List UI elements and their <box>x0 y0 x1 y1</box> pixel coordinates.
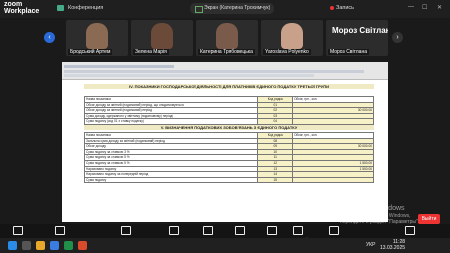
avatar <box>281 23 303 49</box>
participant-name: Бродський Артем <box>68 49 113 55</box>
table-row[interactable]: Сума податку 15 <box>83 176 374 184</box>
avatar <box>151 23 173 49</box>
product-label: Workplace <box>4 8 40 15</box>
conference-title: Конференция <box>68 5 104 11</box>
next-page-button[interactable]: › <box>392 32 403 43</box>
screen-share-label: Экран (Катерина Трохимчук) <box>204 5 271 11</box>
chevron-right-icon: › <box>396 34 399 41</box>
search-icon[interactable] <box>22 241 31 250</box>
chevron-left-icon: ‹ <box>48 34 51 41</box>
clock-date: 13.03.2025 <box>380 245 406 251</box>
excel-title-strip <box>64 65 174 68</box>
heart-icon <box>203 226 213 235</box>
section-title: IV. ПОКАЗНИКИ ГОСПОДАРСЬКОЇ ДІЯЛЬНОСТІ Д… <box>84 84 374 89</box>
taskbar-clock[interactable]: 11:28 13.03.2025 <box>380 239 405 251</box>
excel-tab-strip <box>64 74 314 77</box>
participant-name: Катерина Трябовецька <box>198 49 255 55</box>
participant-big-name: Мороз Світлана <box>332 26 388 35</box>
table-row[interactable]: Сума податку (код 01 x ставку податку) 04 <box>83 118 374 125</box>
participant-name: Мороз Світлана <box>328 49 369 55</box>
row-value[interactable] <box>292 118 374 125</box>
indicators-table: Назва показника Код рядка Обсяг, грн., к… <box>83 96 374 125</box>
excel-menu-strip <box>64 70 364 73</box>
browser-icon[interactable] <box>78 241 87 250</box>
maximize-icon[interactable]: ☐ <box>422 4 427 11</box>
participant-name: Yaroslava Polyenko <box>263 49 311 55</box>
shared-screen: IV. ПОКАЗНИКИ ГОСПОДАРСЬКОЇ ДІЯЛЬНОСТІ Д… <box>62 62 388 222</box>
participant-tile[interactable]: Бродський Артем <box>66 20 128 56</box>
participant-tile[interactable]: Мороз Світлана Мороз Світлана <box>326 20 388 56</box>
language-indicator[interactable]: УКР <box>366 242 375 248</box>
apps-icon <box>329 226 339 235</box>
zoom-taskbar-icon[interactable] <box>50 241 59 250</box>
row-code: 15 <box>257 176 294 184</box>
record-icon <box>330 6 334 10</box>
watermark-line: Активация Windows <box>340 205 405 212</box>
section-title: V. ВИЗНАЧЕННЯ ПОДАТКОВИХ ЗОБОВ'ЯЗАНЬ З Є… <box>84 125 374 130</box>
close-icon[interactable]: ✕ <box>437 4 442 11</box>
spreadsheet: IV. ПОКАЗНИКИ ГОСПОДАРСЬКОЇ ДІЯЛЬНОСТІ Д… <box>70 81 378 221</box>
participant-name: Зелена Марія <box>133 49 169 55</box>
sparkle-icon <box>293 226 303 235</box>
share-icon <box>235 226 245 235</box>
microphone-icon <box>13 226 23 235</box>
explorer-icon[interactable] <box>36 241 45 250</box>
screen-icon <box>195 6 203 13</box>
row-name: Сума податку (код 01 x ставку податку) <box>83 118 259 125</box>
avatar <box>216 23 238 49</box>
screen-share-pill[interactable]: Экран (Катерина Трохимчук) <box>190 3 274 14</box>
row-code: 04 <box>257 118 294 125</box>
people-icon <box>121 226 131 235</box>
zoom-logo: zoom Workplace <box>4 1 39 15</box>
prev-page-button[interactable]: ‹ <box>44 32 55 43</box>
chat-icon <box>169 226 179 235</box>
brand-label: zoom <box>4 1 23 8</box>
start-icon[interactable] <box>8 241 17 250</box>
leave-button[interactable]: Выйти <box>418 214 440 224</box>
participant-tile[interactable]: Катерина Трябовецька <box>196 20 258 56</box>
windows-activation-watermark: Активация Windows Чтобы активировать Win… <box>340 205 419 225</box>
camera-icon <box>55 226 65 235</box>
tax-table: Назва показника Код рядка Обсяг, грн., к… <box>83 132 374 184</box>
more-icon <box>405 226 415 235</box>
minimize-icon[interactable]: — <box>408 4 414 10</box>
row-value[interactable] <box>292 176 374 184</box>
participant-tile[interactable]: Зелена Марія <box>131 20 193 56</box>
notebook-icon <box>267 226 277 235</box>
participant-tile[interactable]: Yaroslava Polyenko <box>261 20 323 56</box>
excel-toolbar <box>62 62 388 80</box>
conference-icon <box>57 5 64 11</box>
recording-status[interactable]: Запись <box>336 5 354 11</box>
excel-icon[interactable] <box>64 241 73 250</box>
avatar <box>86 23 108 49</box>
row-name: Сума податку <box>83 176 259 184</box>
